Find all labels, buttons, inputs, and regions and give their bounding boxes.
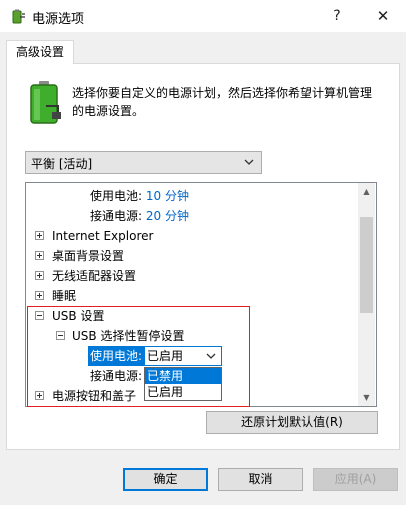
scroll-up-icon[interactable]: ▲ xyxy=(358,183,375,200)
tree-row-plugged-timeout[interactable]: 接通电源: 20 分钟 xyxy=(90,206,189,226)
cancel-button[interactable]: 取消 xyxy=(218,468,303,491)
tab-advanced-settings[interactable]: 高级设置 xyxy=(6,40,74,64)
scroll-down-icon[interactable]: ▼ xyxy=(358,389,375,406)
description-text: 选择你要自定义的电源计划，然后选择你希望计算机管理的电源设置。 xyxy=(72,86,373,118)
window-title: 电源选项 xyxy=(32,12,85,27)
expand-icon[interactable] xyxy=(35,251,44,260)
apply-button[interactable]: 应用(A) xyxy=(313,468,398,491)
tree-row-battery-timeout[interactable]: 使用电池: 10 分钟 xyxy=(90,186,189,206)
power-options-icon xyxy=(12,9,25,24)
title-bar: 电源选项 ? ✕ xyxy=(0,0,406,32)
tree-row-label: 使用电池: xyxy=(90,189,143,203)
tree-row-value: 10 分钟 xyxy=(145,189,189,203)
annotation-highlight xyxy=(27,306,250,407)
tree-scrollbar[interactable]: ▲ ▼ xyxy=(358,183,375,406)
expand-icon[interactable] xyxy=(35,271,44,280)
tree-item-wireless-adapter[interactable]: 无线适配器设置 xyxy=(52,266,136,286)
power-plan-select[interactable]: 平衡 [活动] xyxy=(25,151,262,174)
tree-row-value: 20 分钟 xyxy=(145,209,189,223)
tree-item-desktop-background[interactable]: 桌面背景设置 xyxy=(52,246,124,266)
scroll-thumb[interactable] xyxy=(360,217,373,313)
tree-row-label: 接通电源: xyxy=(90,209,143,223)
power-plan-value: 平衡 [活动] xyxy=(31,157,93,171)
expand-icon[interactable] xyxy=(35,291,44,300)
tree-item-internet-explorer[interactable]: Internet Explorer xyxy=(52,226,153,246)
help-button[interactable]: ? xyxy=(314,0,360,32)
tree-item-sleep[interactable]: 睡眠 xyxy=(52,286,76,306)
expand-icon[interactable] xyxy=(35,231,44,240)
restore-defaults-button[interactable]: 还原计划默认值(R) xyxy=(206,411,378,434)
battery-plug-icon xyxy=(30,81,61,124)
chevron-down-icon xyxy=(244,159,254,165)
close-button[interactable]: ✕ xyxy=(360,0,406,32)
ok-button[interactable]: 确定 xyxy=(123,468,208,491)
